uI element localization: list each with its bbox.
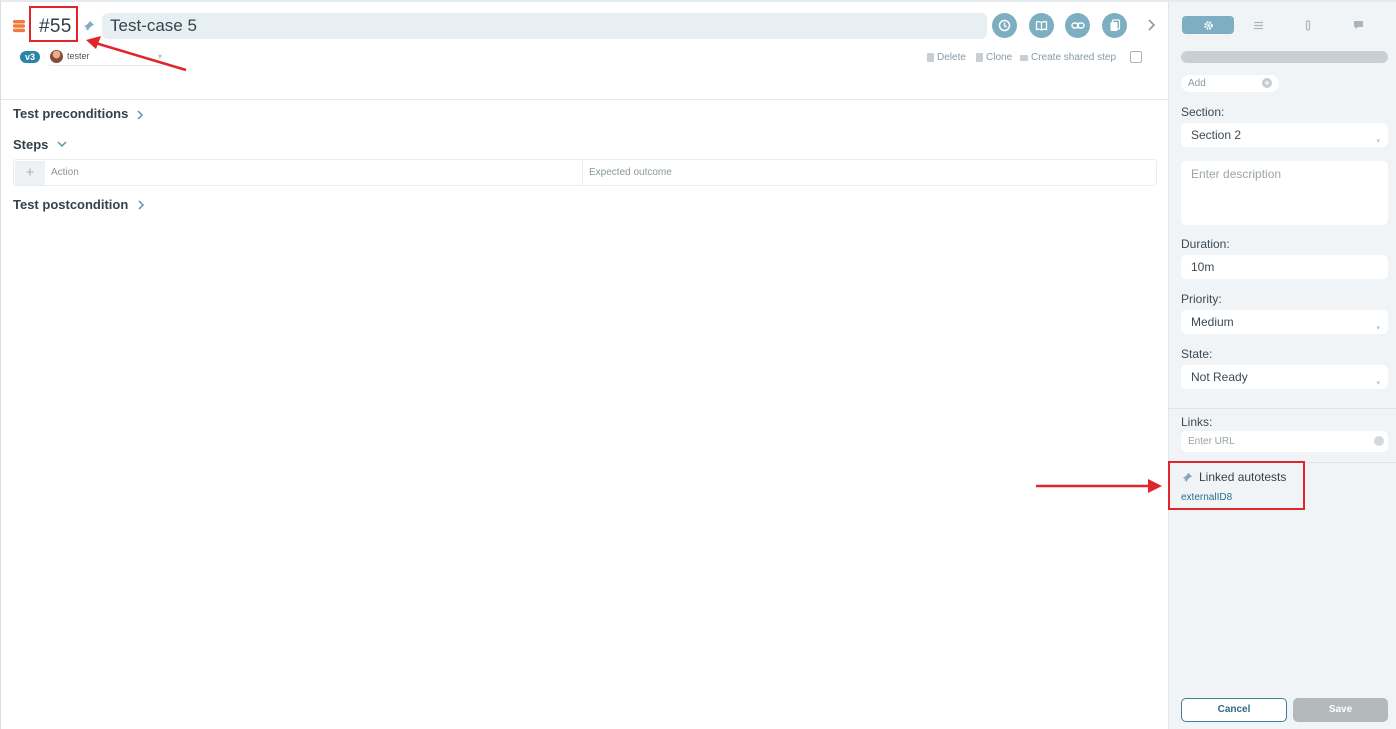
properties-sidebar: Add + Section: Section 2 ▾ Enter descrip…: [1168, 2, 1396, 729]
user-name: tester: [67, 51, 90, 61]
link-icon: [1070, 22, 1085, 29]
sidebar-tabs: [1182, 16, 1378, 36]
steps-table: + Action Expected outcome: [13, 159, 1157, 186]
clear-icon[interactable]: [1374, 436, 1384, 446]
column-divider: [582, 160, 583, 185]
tab-comments[interactable]: [1332, 16, 1384, 34]
postcondition-header[interactable]: Test postcondition: [13, 197, 128, 212]
list-icon: [1253, 21, 1263, 29]
description-placeholder: Enter description: [1191, 167, 1282, 181]
chevron-down-icon: ▾: [157, 52, 162, 61]
chevron-right-icon[interactable]: [136, 200, 146, 210]
attachment-icon: [1305, 19, 1311, 31]
stack-icon: [13, 20, 25, 33]
save-button[interactable]: Save: [1293, 698, 1388, 722]
priority-label: Priority:: [1181, 292, 1222, 306]
title-input[interactable]: [102, 13, 987, 39]
section-label: Section:: [1181, 105, 1225, 119]
priority-select[interactable]: Medium ▾: [1181, 310, 1388, 334]
clone-button[interactable]: Clone: [976, 52, 1012, 63]
user-select[interactable]: tester ▾: [47, 48, 166, 66]
comment-icon: [1353, 21, 1363, 29]
chevron-right-icon[interactable]: [135, 110, 145, 120]
url-input[interactable]: Enter URL: [1181, 431, 1388, 452]
links-label: Links:: [1181, 415, 1213, 429]
gear-icon: [1203, 20, 1213, 30]
clone-icon: [976, 53, 983, 62]
preconditions-header[interactable]: Test preconditions: [13, 106, 128, 121]
annotation-box-case-id: [29, 6, 78, 42]
loading-bar: [1181, 51, 1388, 63]
annotation-box-linked-autotests: [1168, 461, 1305, 510]
shared-step-icon: [1020, 54, 1028, 61]
cancel-button[interactable]: Cancel: [1181, 698, 1287, 722]
avatar: [50, 50, 63, 63]
steps-header[interactable]: Steps: [13, 137, 48, 152]
book-icon: [1035, 20, 1048, 31]
description-field[interactable]: Enter description: [1181, 161, 1388, 225]
pin-icon[interactable]: [83, 20, 95, 32]
tab-attachments[interactable]: [1282, 16, 1334, 34]
section-select[interactable]: Section 2 ▾: [1181, 123, 1388, 147]
create-shared-step-button[interactable]: Create shared step: [1020, 52, 1116, 63]
tag-add-input[interactable]: Add +: [1181, 75, 1279, 92]
select-checkbox[interactable]: [1130, 51, 1142, 63]
delete-label: Delete: [937, 52, 966, 63]
plus-icon[interactable]: +: [1262, 78, 1272, 88]
history-button[interactable]: [992, 13, 1017, 38]
add-step-button[interactable]: +: [15, 161, 45, 185]
book-button[interactable]: [1029, 13, 1054, 38]
clone-label: Clone: [986, 52, 1013, 63]
expected-outcome-column-header: Expected outcome: [589, 167, 672, 178]
trash-icon: [927, 53, 934, 62]
header-divider: [1, 99, 1168, 100]
chevron-down-icon: ▾: [1376, 380, 1380, 387]
link-button[interactable]: [1065, 13, 1090, 38]
tag-add-placeholder: Add: [1188, 78, 1206, 89]
state-label: State:: [1181, 347, 1213, 361]
chevron-down-icon: ▾: [1376, 138, 1380, 145]
state-select[interactable]: Not Ready ▾: [1181, 365, 1388, 389]
collapse-panel-chevron-icon[interactable]: [1145, 17, 1157, 33]
copy-icon: [1110, 19, 1120, 31]
tab-settings[interactable]: [1182, 16, 1234, 34]
version-badge[interactable]: v3: [20, 51, 41, 63]
test-case-main: #55 v3 tester ▾ Del: [1, 2, 1168, 729]
copy-button[interactable]: [1102, 13, 1127, 38]
section-value: Section 2: [1191, 128, 1242, 142]
history-icon: [998, 19, 1011, 32]
priority-value: Medium: [1191, 315, 1234, 329]
divider: [1169, 408, 1396, 409]
chevron-down-icon[interactable]: [57, 139, 67, 149]
duration-value: 10m: [1191, 260, 1215, 274]
url-placeholder: Enter URL: [1188, 436, 1235, 447]
state-value: Not Ready: [1191, 370, 1248, 384]
duration-label: Duration:: [1181, 237, 1230, 251]
delete-button[interactable]: Delete: [927, 52, 966, 63]
duration-field[interactable]: 10m: [1181, 255, 1388, 279]
action-column-header: Action: [51, 167, 79, 178]
create-shared-step-label: Create shared step: [1031, 52, 1117, 63]
tab-list[interactable]: [1232, 16, 1284, 34]
chevron-down-icon: ▾: [1376, 325, 1380, 332]
